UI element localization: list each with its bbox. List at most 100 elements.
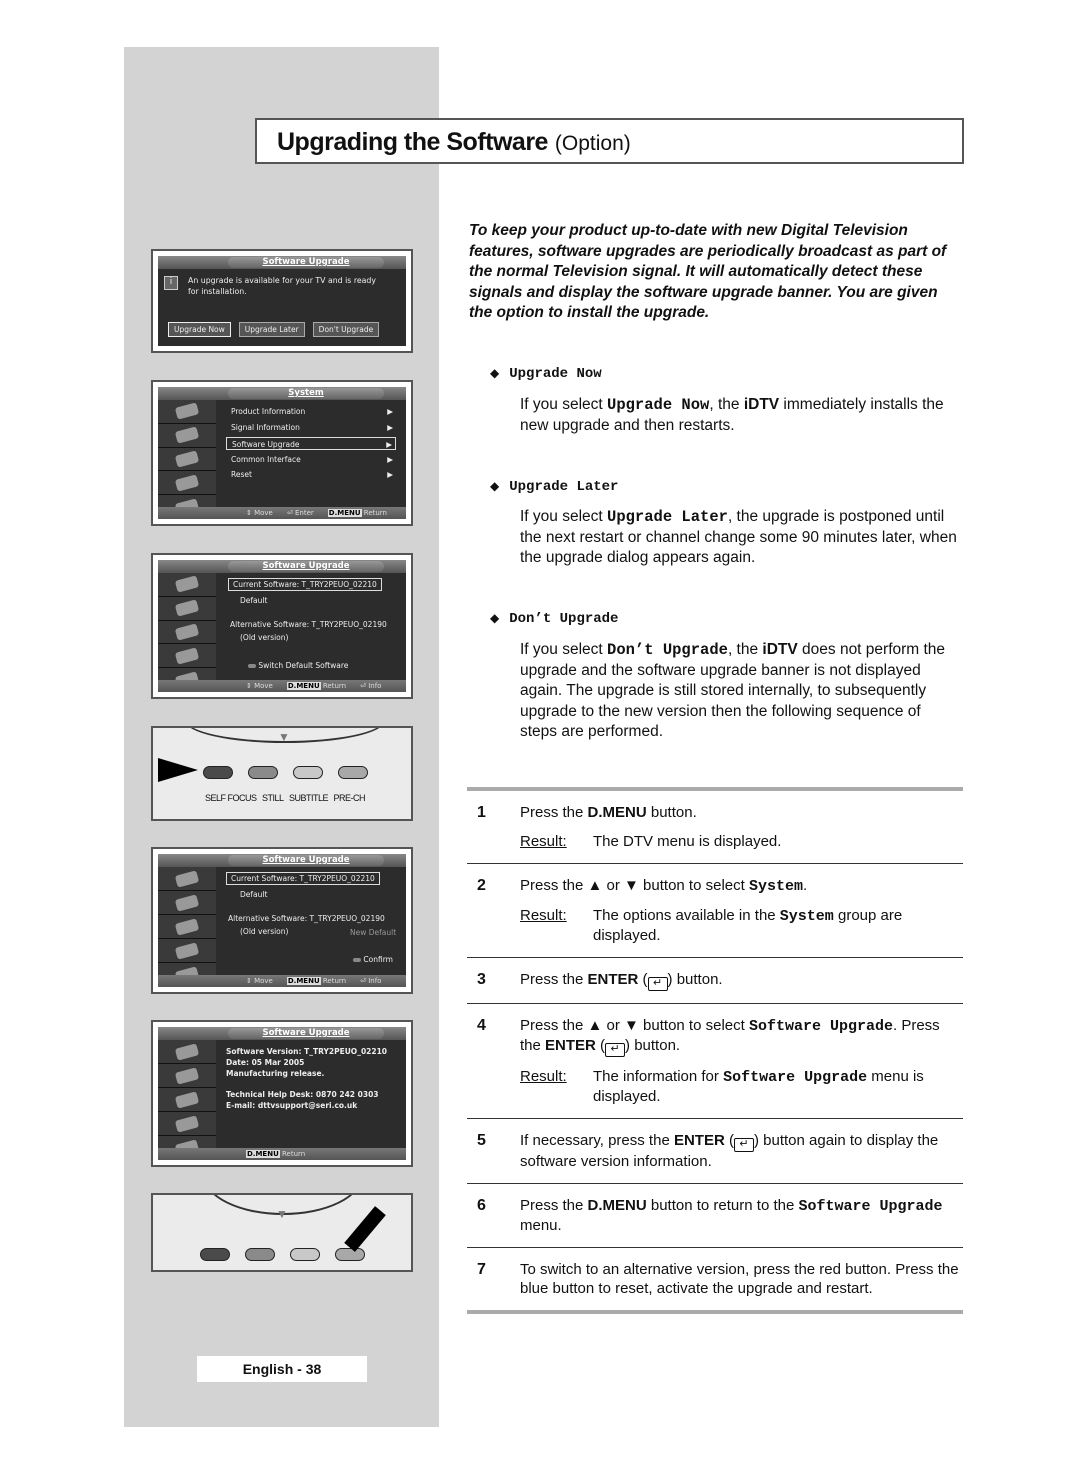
- subtitle-label: SUBTITLE: [288, 793, 329, 803]
- current-software[interactable]: Current Software: T_TRY2PEUO_02210: [226, 872, 380, 885]
- step-1: 1 Press the D.MENU button. Result: The DTV …: [467, 791, 963, 864]
- yellow-button: [293, 766, 323, 779]
- menu-item-product-information[interactable]: Product Information ▶: [226, 405, 396, 418]
- menu-item-reset[interactable]: Reset ▶: [226, 468, 396, 481]
- dont-upgrade-button[interactable]: Don't Upgrade: [312, 322, 380, 337]
- new-default-label: New Default: [350, 928, 397, 937]
- step-result: Result: The DTV menu is displayed.: [520, 832, 963, 851]
- current-software[interactable]: Current Software: T_TRY2PEUO_02210: [228, 578, 382, 591]
- intro-paragraph: To keep your product up-to-date with new…: [469, 222, 947, 321]
- result-text: The information for Software Upgrade men…: [593, 1068, 924, 1105]
- menu-term: Software Upgrade: [798, 1198, 943, 1215]
- red-button: [203, 766, 233, 779]
- old-version-label: (Old version): [240, 633, 289, 642]
- step-instruction: Press the ▲ or ▼ button to select System…: [520, 877, 808, 895]
- bold-term: ENTER: [673, 1132, 725, 1149]
- step-number: 5: [477, 1132, 486, 1149]
- step-instruction: Press the D.MENU button.: [520, 804, 697, 821]
- screenshot-software-upgrade-confirm: Software Upgrade Current Software: T_TRY…: [151, 847, 413, 994]
- banner-message: An upgrade is available for your TV and …: [188, 276, 376, 296]
- screen-title: Software Upgrade: [228, 1028, 384, 1039]
- confirm-action[interactable]: Confirm: [353, 955, 393, 964]
- menu-term: Don’t Upgrade: [607, 641, 728, 659]
- screen-title: Software Upgrade: [228, 855, 384, 866]
- step-6: 6 Press the D.MENU button to return to th…: [467, 1184, 963, 1248]
- menu-icons: [158, 400, 216, 519]
- step-3: 3 Press the ENTER (↵) button.: [467, 958, 963, 1004]
- default-label: Default: [240, 890, 268, 899]
- option-heading-upgrade-now: ◆ Upgrade Now: [490, 366, 602, 382]
- menu-item-signal-information[interactable]: Signal Information ▶: [226, 421, 396, 434]
- bold-term: iDTV: [762, 641, 798, 658]
- pointer-arrow-icon: [344, 1206, 386, 1252]
- step-instruction: If necessary, press the ENTER (↵) button…: [520, 1132, 939, 1170]
- bold-term: D.MENU: [587, 804, 647, 821]
- step-instruction: To switch to an alternative version, pre…: [520, 1261, 959, 1297]
- title-option: (Option): [554, 132, 631, 155]
- option-heading-dont-upgrade: ◆ Don’t Upgrade: [490, 611, 619, 627]
- alternative-software: Alternative Software: T_TRY2PEUO_02190: [230, 620, 387, 629]
- step-number: 4: [477, 1017, 486, 1034]
- menu-term: Software Upgrade: [748, 1018, 893, 1035]
- screen-footer: ⇕ Move ⏎ Enter D.MENU Return: [158, 507, 406, 519]
- alternative-software: Alternative Software: T_TRY2PEUO_02190: [228, 914, 385, 923]
- default-label: Default: [240, 596, 268, 605]
- remote-illustration-red: ▼ SELF FOCUS STILL SUBTITLE PRE-CH: [151, 726, 413, 821]
- bold-term: ENTER: [545, 1037, 596, 1054]
- green-button: [245, 1248, 275, 1261]
- release-date: Date: 05 Mar 2005: [226, 1058, 305, 1067]
- screen-title: Software Upgrade: [228, 257, 384, 268]
- red-button: [200, 1248, 230, 1261]
- option-desc-dont-upgrade: If you select Don’t Upgrade, the iDTV do…: [520, 641, 946, 740]
- step-instruction: Press the ENTER (↵) button.: [520, 971, 723, 991]
- remote-illustration-blue: ▼: [151, 1193, 413, 1272]
- step-7: 7 To switch to an alternative version, pr…: [467, 1248, 963, 1314]
- screen-title: Software Upgrade: [228, 561, 384, 572]
- menu-term: Upgrade Later: [607, 508, 728, 526]
- upgrade-later-button[interactable]: Upgrade Later: [238, 322, 305, 337]
- result-label: Result:: [520, 907, 567, 924]
- diamond-bullet-icon: ◆: [490, 366, 500, 380]
- result-label: Result:: [520, 833, 567, 850]
- screenshot-software-info: Software Upgrade Software Version: T_TRY…: [151, 1020, 413, 1167]
- menu-term: Software Upgrade: [723, 1069, 868, 1086]
- screenshot-upgrade-banner: Software Upgrade i An upgrade is availab…: [151, 249, 413, 353]
- menu-term: Upgrade Now: [607, 396, 710, 414]
- bold-term: ENTER: [587, 971, 639, 988]
- step-number: 7: [477, 1261, 486, 1278]
- result-label: Result:: [520, 1068, 567, 1085]
- green-button: [248, 766, 278, 779]
- screenshot-software-upgrade: Software Upgrade Current Software: T_TRY…: [151, 553, 413, 699]
- bold-term: iDTV: [743, 396, 780, 413]
- menu-item-software-upgrade[interactable]: Software Upgrade ▶: [226, 437, 396, 450]
- menu-item-common-interface[interactable]: Common Interface ▶: [226, 453, 396, 466]
- still-label: STILL: [261, 793, 284, 803]
- step-number: 6: [477, 1197, 486, 1214]
- old-version-label: (Old version): [240, 927, 289, 936]
- blue-button: [338, 766, 368, 779]
- step-number: 3: [477, 971, 486, 988]
- yellow-button: [290, 1248, 320, 1261]
- switch-default-action[interactable]: Switch Default Software: [248, 661, 348, 670]
- enter-icon: ↵: [733, 1138, 754, 1152]
- menu-term: System: [748, 878, 803, 895]
- result-text: The options available in the System grou…: [593, 907, 903, 944]
- option-heading-upgrade-later: ◆ Upgrade Later: [490, 479, 619, 495]
- step-instruction: Press the ▲ or ▼ button to select Softwa…: [520, 1017, 940, 1057]
- steps-list: 1 Press the D.MENU button. Result: The DTV …: [467, 787, 963, 1314]
- info-icon: i: [164, 276, 178, 290]
- self-focus-label: SELF FOCUS: [205, 793, 257, 803]
- enter-icon: ↵: [605, 1043, 626, 1057]
- menu-term: System: [779, 908, 834, 925]
- upgrade-now-button[interactable]: Upgrade Now: [168, 322, 231, 337]
- pointer-arrow-icon: [158, 758, 198, 782]
- pre-ch-label: PRE-CH: [333, 793, 365, 803]
- screen-title: System: [228, 388, 384, 399]
- step-result: Result: The options available in the Syst…: [520, 906, 963, 945]
- title-main: Upgrading the Software: [277, 128, 548, 156]
- step-number: 2: [477, 877, 486, 894]
- blue-button: [335, 1248, 365, 1261]
- step-5: 5 If necessary, press the ENTER (↵) butto…: [467, 1119, 963, 1184]
- enter-icon: ↵: [647, 977, 668, 991]
- page-number: English - 38: [197, 1356, 367, 1382]
